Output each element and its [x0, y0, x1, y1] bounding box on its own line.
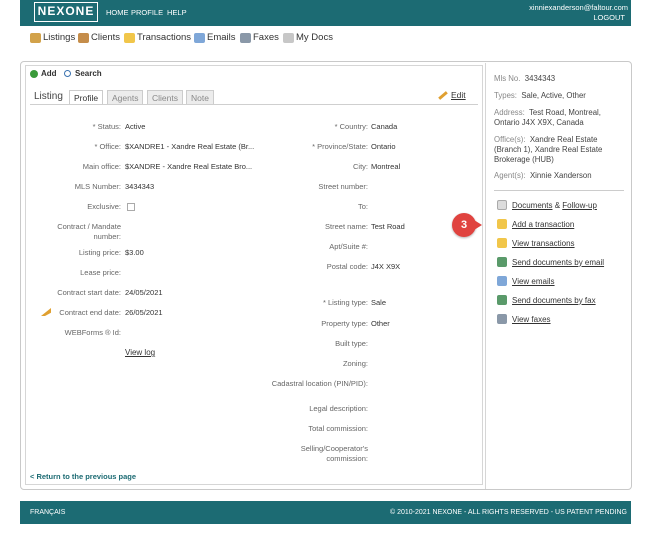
- panel-divider: [485, 63, 486, 489]
- view-log-link[interactable]: View log: [125, 348, 155, 357]
- city-label: City:: [353, 162, 368, 171]
- contract-mandate-label: Contract / Mandate number:: [57, 222, 121, 241]
- contract-start-value: 24/05/2021: [125, 288, 163, 297]
- to-label: To:: [357, 202, 368, 211]
- summary-agents: Agent(s): Xinnie Xanderson: [494, 171, 592, 180]
- language-link[interactable]: FRANÇAIS: [30, 509, 65, 516]
- office-label: * Office:: [94, 142, 121, 151]
- copyright-text: © 2010-2021 NEXONE - ALL RIGHTS RESERVED…: [389, 509, 627, 516]
- property-type-value: Other: [371, 319, 390, 328]
- mls-number-label: MLS Number:: [74, 182, 121, 191]
- legal-description-label: Legal description:: [309, 404, 368, 413]
- province-label: * Province/State:: [312, 142, 368, 151]
- nav-home[interactable]: HOME: [106, 8, 129, 17]
- summary-offices: Office(s): Xandre Real Estate (Branch 1)…: [494, 135, 603, 164]
- postal-code-label: Postal code:: [326, 262, 368, 271]
- plus-circle-icon: [30, 69, 38, 78]
- listing-title: Listing: [34, 91, 63, 102]
- zoning-label: Zoning:: [342, 359, 368, 368]
- apt-suite-label: Apt/Suite #:: [329, 242, 368, 251]
- return-previous-link[interactable]: < Return to the previous page: [30, 472, 136, 481]
- email-doc-icon: [497, 257, 507, 267]
- cadastral-label: Cadastral location (PIN/PID):: [271, 379, 368, 388]
- province-value: Ontario: [371, 142, 396, 151]
- send-docs-email-link[interactable]: Send documents by email: [497, 257, 604, 267]
- subnav-listings[interactable]: Listings: [30, 32, 75, 43]
- folder-icon: [497, 238, 507, 248]
- subnav-my-docs[interactable]: My Docs: [283, 32, 333, 43]
- tabs-underline: [30, 104, 478, 105]
- built-type-label: Built type:: [335, 339, 368, 348]
- view-faxes-link[interactable]: View faxes: [497, 314, 551, 324]
- listing-price-label: Listing price:: [78, 248, 121, 257]
- postal-code-value: J4X X9X: [371, 262, 401, 271]
- documents-followup-link[interactable]: Documents & Follow-up: [497, 200, 597, 210]
- tab-note[interactable]: Note: [186, 90, 214, 105]
- fax-view-icon: [497, 314, 507, 324]
- street-number-label: Street number:: [318, 182, 368, 191]
- summary-address: Address: Test Road, Montreal, Ontario J4…: [494, 108, 601, 127]
- status-value: Active: [125, 122, 146, 131]
- listing-price-value: $3.00: [125, 248, 144, 257]
- tab-clients[interactable]: Clients: [147, 90, 183, 105]
- country-value: Canada: [371, 122, 398, 131]
- fax-icon: [497, 295, 507, 305]
- main-office-label: Main office:: [82, 162, 121, 171]
- callout-pointer: [474, 220, 482, 230]
- summary-mls: Mls No. 3434343: [494, 74, 556, 83]
- house-icon: [30, 32, 41, 43]
- summary-types: Types: Sale, Active, Other: [494, 91, 586, 100]
- exclusive-checkbox[interactable]: [127, 203, 135, 211]
- contract-start-label: Contract start date:: [57, 288, 121, 297]
- office-value: $XANDRE1 - Xandre Real Estate (Br...: [125, 142, 255, 151]
- document-icon: [497, 200, 507, 210]
- people-icon: [78, 32, 89, 43]
- add-folder-icon: [497, 219, 507, 229]
- view-transactions-link[interactable]: View transactions: [497, 238, 575, 248]
- folder-icon: [124, 32, 135, 43]
- add-button[interactable]: Add: [30, 69, 57, 78]
- contract-end-label: Contract end date:: [59, 308, 121, 317]
- property-type-label: Property type:: [321, 319, 368, 328]
- total-commission-label: Total commission:: [308, 424, 368, 433]
- step-callout-badge: 3: [452, 213, 476, 237]
- subnav-clients[interactable]: Clients: [78, 32, 120, 43]
- street-name-label: Street name:: [325, 222, 368, 231]
- status-label: * Status:: [92, 122, 121, 131]
- logout-link[interactable]: LOGOUT: [593, 13, 625, 22]
- edit-link[interactable]: Edit: [438, 90, 466, 100]
- docs-icon: [283, 32, 294, 43]
- nexone-logo[interactable]: NEXONE: [34, 2, 98, 22]
- main-office-value: $XANDRE - Xandre Real Estate Bro...: [125, 162, 253, 171]
- street-name-value: Test Road: [371, 222, 405, 231]
- nav-profile[interactable]: PROFILE: [131, 8, 163, 17]
- envelope-icon: [194, 32, 205, 43]
- tab-profile[interactable]: Profile: [69, 90, 104, 105]
- listing-type-label: * Listing type:: [322, 298, 368, 307]
- send-docs-fax-link[interactable]: Send documents by fax: [497, 295, 596, 305]
- tab-agents[interactable]: Agents: [107, 90, 144, 105]
- summary-separator: [494, 190, 624, 191]
- subnav-transactions[interactable]: Transactions: [124, 32, 191, 43]
- add-transaction-link[interactable]: Add a transaction: [497, 219, 574, 229]
- subnav-faxes[interactable]: Faxes: [240, 32, 279, 43]
- view-emails-link[interactable]: View emails: [497, 276, 555, 286]
- search-button[interactable]: Search: [64, 69, 102, 78]
- country-label: * Country:: [334, 122, 368, 131]
- listing-type-value: Sale: [371, 298, 387, 307]
- exclusive-label: Exclusive:: [87, 202, 121, 211]
- envelope-icon: [497, 276, 507, 286]
- fax-icon: [240, 32, 251, 43]
- webforms-id-label: WEBForms ® Id:: [64, 328, 121, 337]
- pencil-icon: [438, 90, 448, 100]
- nav-help[interactable]: HELP: [167, 8, 187, 17]
- mls-number-value: 3434343: [125, 182, 155, 191]
- user-email: xinniexanderson@faltour.com: [529, 3, 628, 12]
- selling-commission-label: Selling/Cooperator's commission:: [300, 444, 368, 463]
- search-icon: [64, 70, 71, 77]
- contract-end-value: 26/05/2021: [125, 308, 163, 317]
- city-value: Montreal: [371, 162, 401, 171]
- lease-price-label: Lease price:: [80, 268, 121, 277]
- subnav-emails[interactable]: Emails: [194, 32, 236, 43]
